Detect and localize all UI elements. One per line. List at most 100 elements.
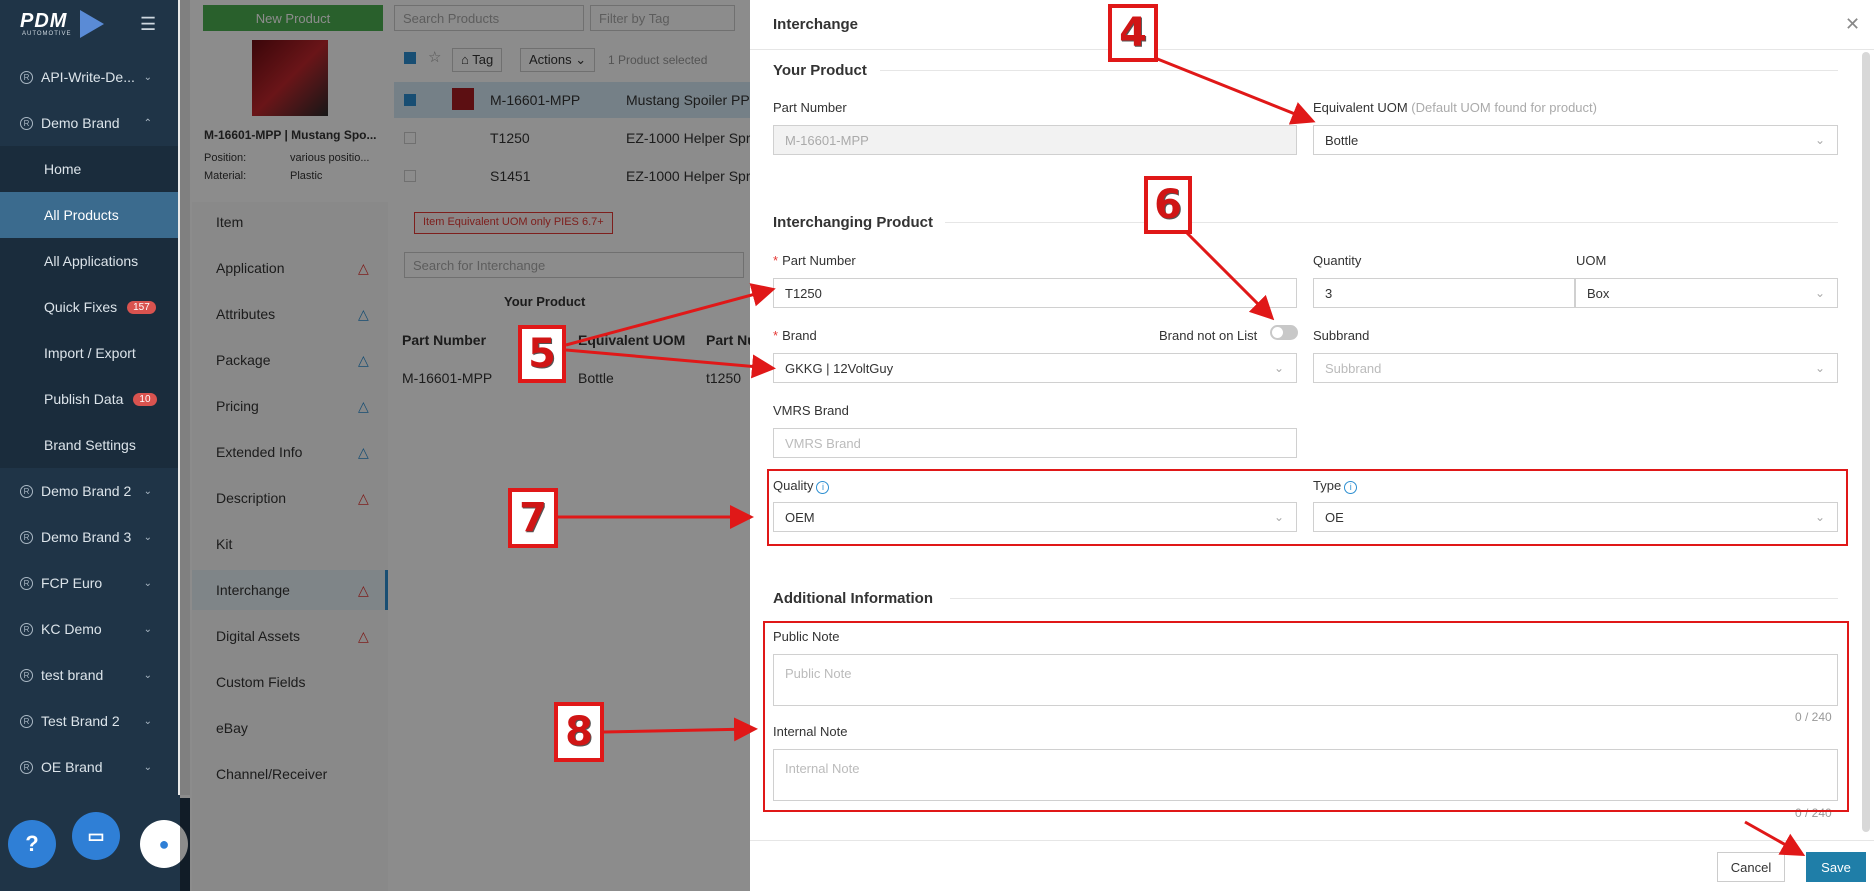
support-bar: ? ▭ ● [0, 798, 190, 891]
annotation-box-quality-type [767, 469, 1848, 546]
chevron-down-icon: ⌄ [143, 761, 152, 773]
sidebar-brand-demo-brand-2[interactable]: R Demo Brand 2 ⌄ [0, 468, 180, 514]
sidebar-brand-demo-brand[interactable]: R Demo Brand ⌃ [0, 100, 180, 146]
save-button[interactable]: Save [1806, 852, 1866, 882]
close-icon[interactable]: ✕ [1845, 14, 1860, 35]
subbrand-placeholder: Subbrand [1325, 360, 1382, 376]
sidebar-item-label: Demo Brand 3 [41, 529, 132, 545]
brand-label: * Brand [773, 328, 817, 343]
uom-label: UOM [1576, 253, 1607, 268]
chevron-down-icon: ⌄ [143, 531, 152, 543]
registered-icon: R [20, 622, 33, 636]
registered-icon: R [20, 116, 33, 130]
publish-data-badge: 10 [133, 392, 157, 406]
interchanging-product-section: Interchanging Product [773, 214, 934, 231]
sidebar-item-label: test brand [41, 667, 104, 683]
required-marker: * [773, 253, 779, 268]
annotation-number-5: 5 [518, 325, 566, 383]
sidebar-item-import-export[interactable]: Import / Export [0, 330, 180, 376]
sidebar-item-label: Quick Fixes [44, 299, 118, 315]
chevron-down-icon: ⌄ [1814, 361, 1825, 375]
quantity-label: Quantity [1313, 253, 1362, 268]
divider [750, 49, 1874, 50]
annotation-number-4: 4 [1108, 4, 1158, 62]
help-icon[interactable]: ? [8, 820, 56, 868]
vmrs-label: VMRS Brand [773, 403, 849, 418]
registered-icon: R [20, 576, 33, 590]
divider [950, 598, 1838, 599]
app-logo: PDM [20, 10, 68, 32]
ip-part-label-text: Part Number [782, 253, 856, 268]
sidebar-item-home[interactable]: Home [0, 146, 180, 192]
sidebar-item-all-products[interactable]: All Products [0, 192, 180, 238]
registered-icon: R [20, 70, 33, 84]
chevron-down-icon: ⌄ [1814, 133, 1825, 147]
sidebar-item-label: KC Demo [41, 621, 102, 637]
sidebar: PDM AUTOMOTIVE ☰ R API-Write-De... ⌄ R Demo… [0, 0, 180, 891]
required-marker: * [773, 328, 779, 343]
subbrand-label: Subbrand [1313, 328, 1370, 343]
chevron-down-icon: ⌄ [143, 485, 152, 497]
sidebar-item-label: OE Brand [41, 759, 103, 775]
sidebar-item-publish-data[interactable]: Publish Data 10 [0, 376, 180, 422]
menu-collapse-icon[interactable]: ☰ [140, 14, 156, 35]
sidebar-item-brand-settings[interactable]: Brand Settings [0, 422, 180, 468]
annotation-box-notes [763, 621, 1849, 812]
divider [750, 840, 1874, 841]
logo-subtitle: AUTOMOTIVE [22, 31, 72, 37]
sidebar-item-label: All Applications [44, 253, 139, 269]
your-product-section: Your Product [773, 62, 867, 79]
annotation-number-7: 7 [508, 488, 558, 548]
equiv-uom-label-text: Equivalent UOM [1313, 100, 1408, 115]
sidebar-item-label: Publish Data [44, 391, 124, 407]
divider [945, 222, 1838, 223]
equiv-uom-select[interactable]: Bottle ⌄ [1313, 125, 1838, 155]
registered-icon: R [20, 760, 33, 774]
sidebar-item-quick-fixes[interactable]: Quick Fixes 157 [0, 284, 180, 330]
logo-mark-icon [80, 10, 104, 38]
equiv-uom-label: Equivalent UOM (Default UOM found for pr… [1313, 100, 1597, 115]
subbrand-select[interactable]: Subbrand ⌄ [1313, 353, 1838, 383]
annotation-number-6: 6 [1144, 176, 1192, 234]
ip-part-label: * Part Number [773, 253, 856, 268]
sidebar-item-label: Import / Export [44, 345, 136, 361]
sidebar-brand-api-write[interactable]: R API-Write-De... ⌄ [0, 54, 180, 100]
ip-part-number-input[interactable]: T1250 [773, 278, 1297, 308]
sidebar-item-all-applications[interactable]: All Applications [0, 238, 180, 284]
brand-label-text: Brand [782, 328, 817, 343]
registered-icon: R [20, 484, 33, 498]
registered-icon: R [20, 530, 33, 544]
part-number-field: M-16601-MPP [773, 125, 1297, 155]
sidebar-item-label: Demo Brand 2 [41, 483, 132, 499]
brand-not-on-list-toggle[interactable] [1270, 325, 1298, 340]
uom-select[interactable]: Box ⌄ [1575, 278, 1838, 308]
chat-icon[interactable]: ▭ [72, 812, 120, 860]
sidebar-brand-oe-brand[interactable]: R OE Brand ⌄ [0, 744, 180, 790]
sidebar-item-label: All Products [44, 207, 119, 223]
chevron-down-icon: ⌄ [143, 623, 152, 635]
quantity-input[interactable]: 3 [1313, 278, 1575, 308]
chevron-down-icon: ⌄ [143, 577, 152, 589]
sidebar-item-label: FCP Euro [41, 575, 103, 591]
vmrs-brand-input[interactable]: VMRS Brand [773, 428, 1297, 458]
sidebar-brand-test-brand-2[interactable]: R Test Brand 2 ⌄ [0, 698, 180, 744]
brand-select[interactable]: GKKG | 12VoltGuy ⌄ [773, 353, 1297, 383]
sidebar-item-label: Demo Brand [41, 115, 120, 131]
brand-value: GKKG | 12VoltGuy [785, 360, 894, 376]
annotation-number-8: 8 [554, 702, 604, 762]
equiv-uom-value: Bottle [1325, 132, 1359, 148]
sidebar-item-label: Brand Settings [44, 437, 136, 453]
divider [880, 70, 1838, 71]
sidebar-brand-test-brand[interactable]: Rtest brand ⌄ [0, 652, 180, 698]
sidebar-brand-kc-demo[interactable]: R KC Demo ⌄ [0, 606, 180, 652]
sidebar-brand-fcp-euro[interactable]: R FCP Euro ⌄ [0, 560, 180, 606]
quick-fixes-badge: 157 [127, 300, 156, 314]
chevron-down-icon: ⌄ [1814, 286, 1825, 300]
sidebar-item-label: Home [44, 161, 82, 177]
modal-scrollbar[interactable] [1862, 52, 1870, 832]
chevron-down-icon: ⌄ [143, 71, 152, 83]
cancel-button[interactable]: Cancel [1717, 852, 1785, 882]
chevron-down-icon: ⌄ [143, 715, 152, 727]
modal-backdrop[interactable] [180, 0, 750, 891]
sidebar-brand-demo-brand-3[interactable]: R Demo Brand 3 ⌄ [0, 514, 180, 560]
